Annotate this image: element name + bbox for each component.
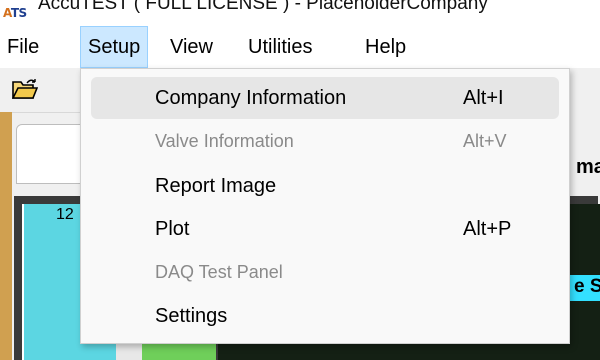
- menu-file[interactable]: File: [0, 26, 46, 68]
- menu-item-settings[interactable]: Settings: [91, 295, 559, 337]
- menu-item-label: Valve Information: [155, 131, 294, 151]
- menu-item-company-information[interactable]: Company Information Alt+I: [91, 77, 559, 119]
- title-bar: ATS AccuTEST ( FULL LICENSE ) - Placehol…: [0, 0, 600, 26]
- header-fragment: ma: [576, 156, 600, 178]
- menu-help[interactable]: Help: [358, 26, 413, 68]
- open-folder-icon[interactable]: [11, 78, 39, 100]
- left-edge-strip: [0, 112, 12, 360]
- menu-item-shortcut: Alt+I: [463, 87, 504, 109]
- menu-item-label: Settings: [155, 305, 228, 327]
- gauge-value: 12: [56, 206, 74, 223]
- badge-fragment: e S: [574, 276, 600, 297]
- menu-item-valve-information: Valve Information Alt+V: [91, 120, 559, 162]
- app-logo: ATS: [3, 6, 27, 20]
- menu-item-shortcut: Alt+P: [463, 218, 512, 240]
- menu-item-plot[interactable]: Plot Alt+P: [91, 208, 559, 250]
- menu-item-label: Company Information: [155, 87, 347, 109]
- menu-view[interactable]: View: [163, 26, 220, 68]
- app-logo-accent: A: [3, 6, 11, 20]
- menu-item-label: Plot: [155, 218, 190, 240]
- menu-item-label: Report Image: [155, 175, 277, 197]
- menu-setup[interactable]: Setup: [80, 26, 149, 68]
- menu-utilities[interactable]: Utilities: [241, 26, 319, 68]
- menu-item-label: DAQ Test Panel: [155, 262, 283, 282]
- menu-item-shortcut: Alt+V: [463, 131, 507, 151]
- window-title: AccuTEST ( FULL LICENSE ) - PlaceholderC…: [38, 0, 488, 14]
- menu-bar: File Setup View Utilities Help: [0, 26, 600, 68]
- menu-item-daq-test-panel: DAQ Test Panel: [91, 251, 559, 293]
- setup-dropdown-menu: Company Information Alt+I Valve Informat…: [80, 68, 570, 344]
- menu-item-report-image[interactable]: Report Image: [91, 165, 559, 207]
- app-window: ATS AccuTEST ( FULL LICENSE ) - Placehol…: [0, 0, 600, 360]
